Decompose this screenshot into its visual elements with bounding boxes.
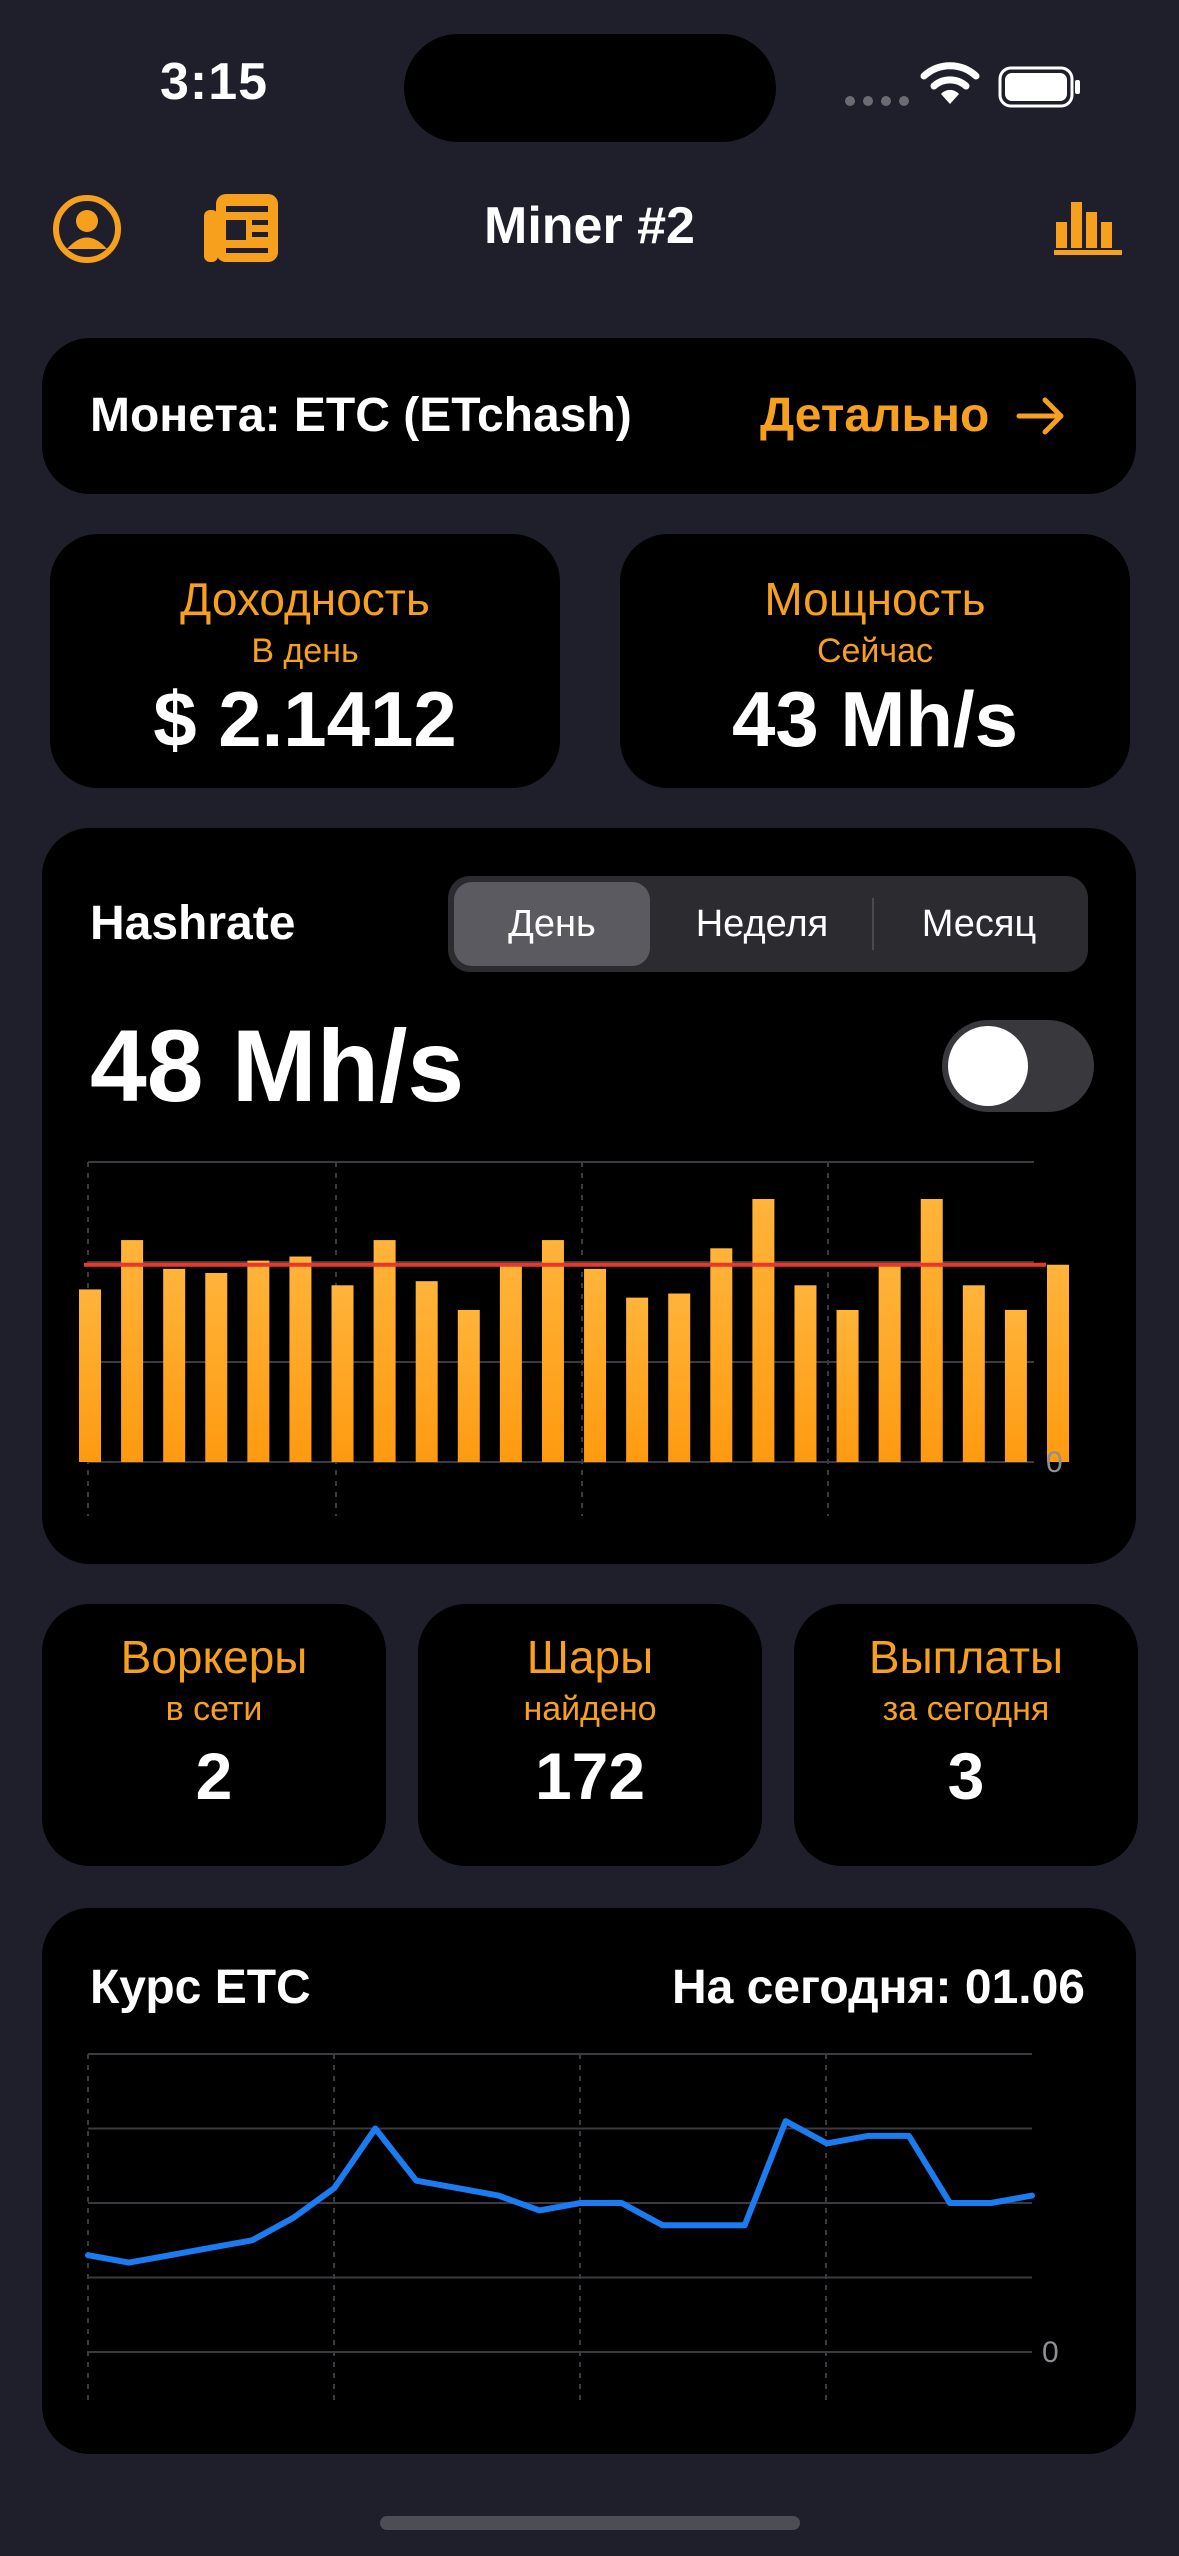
rate-line-chart: 0 — [85, 2053, 1059, 2404]
rate-line-series — [85, 2118, 1035, 2266]
line-axis-zero-label: 0 — [1042, 2336, 1059, 2369]
home-indicator — [380, 2516, 800, 2530]
